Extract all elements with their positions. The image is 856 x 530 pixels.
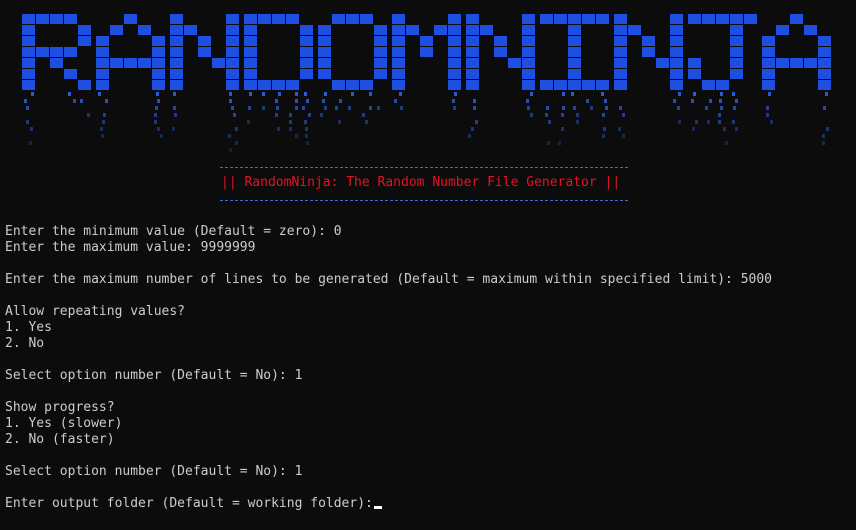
banner-letter-d xyxy=(244,14,313,90)
console-line: 2. No xyxy=(5,336,45,351)
console-line: Enter output folder (Default = working f… xyxy=(5,496,772,512)
app-subtitle: || RandomNinja: The Random Number File G… xyxy=(221,175,621,190)
banner-letter-i xyxy=(540,14,609,90)
console-line: 2. No (faster) xyxy=(5,432,115,447)
console-output: Enter the minimum value (Default = zero)… xyxy=(5,224,772,512)
console-line: Select option number (Default = No): 1 xyxy=(5,368,303,383)
banner-letter-a xyxy=(96,14,165,90)
banner-drips xyxy=(24,92,829,152)
banner-letter-a xyxy=(762,14,831,90)
console-line: 1. Yes xyxy=(5,320,52,335)
banner-letter-n xyxy=(170,14,239,90)
console-line: Allow repeating values? xyxy=(5,304,186,319)
console-line: Select option number (Default = No): 1 xyxy=(5,464,303,479)
console-line: Enter the maximum value: 9999999 xyxy=(5,240,256,255)
banner-letter-m xyxy=(392,14,461,90)
banner-letter-o xyxy=(318,14,387,90)
banner-letters xyxy=(22,14,831,90)
banner-letter-n xyxy=(614,14,683,90)
console-line: Enter the minimum value (Default = zero)… xyxy=(5,224,342,239)
subtitle-divider-top xyxy=(220,167,628,168)
console-line: Enter the maximum number of lines to be … xyxy=(5,272,773,287)
text-cursor xyxy=(373,506,382,509)
banner-letter-n xyxy=(466,14,535,90)
ascii-art-banner xyxy=(22,14,831,152)
subtitle-divider-bottom xyxy=(220,200,628,201)
console-line: Show progress? xyxy=(5,400,115,415)
banner-letter-j xyxy=(688,14,757,90)
banner-letter-r xyxy=(22,14,91,90)
console-line: 1. Yes (slower) xyxy=(5,416,123,431)
